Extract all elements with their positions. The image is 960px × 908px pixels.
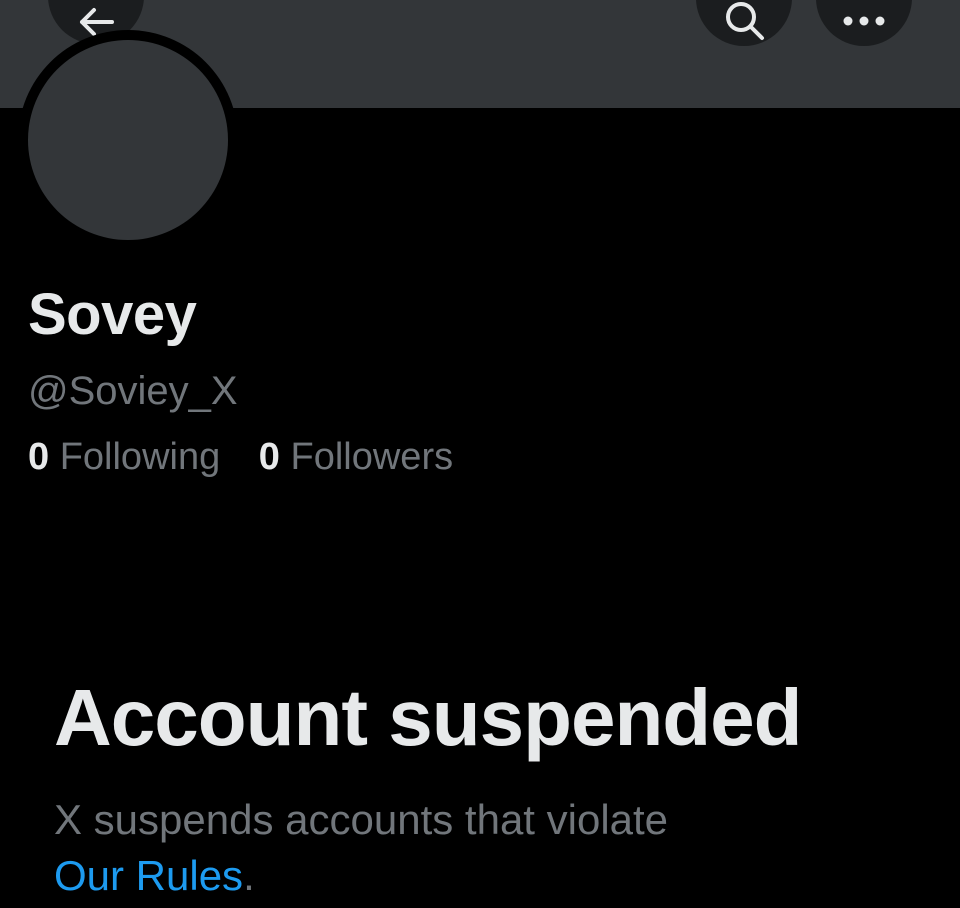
display-name: Sovey [28,282,197,347]
suspended-description-text: X suspends accounts that violate [54,796,669,843]
following-label: Following [59,436,221,478]
followers-count: 0 [258,436,280,478]
followers-stat[interactable]: 0 Followers [259,430,453,484]
follow-stats: 0 Following 0 Followers [28,430,481,484]
following-stat[interactable]: 0 Following [28,430,220,484]
more-horizontal-icon [842,15,886,27]
search-icon [722,0,766,42]
user-handle: @Soviey_X [28,369,238,413]
avatar[interactable] [28,40,228,240]
following-count: 0 [28,436,50,478]
suspended-description: X suspends accounts that violate Our Rul… [54,792,934,904]
profile-screen: Sovey @Soviey_X 0 Following 0 Followers … [0,0,960,908]
suspended-title: Account suspended [54,673,803,762]
followers-label: Followers [290,436,454,478]
our-rules-link[interactable]: Our Rules [54,852,243,899]
description-period: . [243,852,255,899]
